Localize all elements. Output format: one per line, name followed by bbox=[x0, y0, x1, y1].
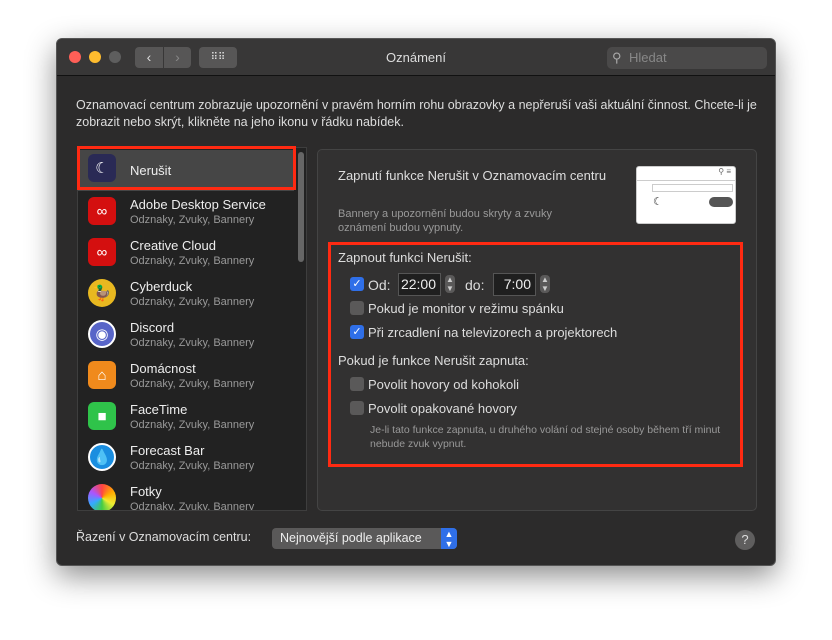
app-name: Domácnost bbox=[130, 361, 196, 376]
search-placeholder: Hledat bbox=[629, 50, 667, 65]
app-name: Creative Cloud bbox=[130, 238, 216, 253]
updown-chevron-icon: ▲ ▼ bbox=[441, 528, 457, 549]
app-sub: Odznaky, Zvuky, Bannery bbox=[130, 255, 255, 267]
duck-icon: 🦆 bbox=[88, 279, 116, 307]
discord-icon: ◉ bbox=[88, 320, 116, 348]
menu-preview-image: ☾ ⚲ ≡ bbox=[636, 166, 736, 224]
app-sub: Odznaky, Zvuky, Bannery bbox=[130, 501, 255, 511]
app-name: Discord bbox=[130, 320, 175, 335]
preferences-window: ‹ › ⠿⠿ Oznámení ⚲ Hledat Oznamovací centr… bbox=[56, 38, 776, 566]
sort-value: Nejnovější podle aplikace bbox=[280, 531, 422, 545]
list-item[interactable]: ∞ Adobe Desktop Service Odznaky, Zvuky, Ba… bbox=[78, 193, 294, 234]
app-name: Forecast Bar bbox=[130, 443, 205, 458]
list-item[interactable]: Fotky Odznaky, Zvuky, Bannery bbox=[78, 480, 294, 511]
list-scrollbar[interactable] bbox=[298, 152, 304, 262]
panel-title: Zapnutí funkce Nerušit v Oznamovacím cen… bbox=[338, 168, 607, 183]
toggle-icon bbox=[709, 197, 733, 207]
search-icon: ⚲ bbox=[612, 50, 622, 65]
list-item[interactable]: ◉ Discord Odznaky, Zvuky, Bannery bbox=[78, 316, 294, 357]
list-item[interactable]: ∞ Creative Cloud Odznaky, Zvuky, Bannery bbox=[78, 234, 294, 275]
home-icon: ⌂ bbox=[88, 361, 116, 389]
sort-popup[interactable]: Nejnovější podle aplikace ▲ ▼ bbox=[272, 528, 457, 549]
app-sub: Odznaky, Zvuky, Bannery bbox=[130, 378, 255, 390]
sort-label: Řazení v Oznamovacím centru: bbox=[76, 530, 252, 544]
app-name: Fotky bbox=[130, 484, 162, 499]
title-bar: ‹ › ⠿⠿ Oznámení ⚲ Hledat bbox=[57, 39, 775, 76]
list-item[interactable]: 🦆 Cyberduck Odznaky, Zvuky, Bannery bbox=[78, 275, 294, 316]
highlight-box bbox=[328, 242, 743, 467]
app-sub: Odznaky, Zvuky, Bannery bbox=[130, 460, 255, 472]
facetime-icon: ■ bbox=[88, 402, 116, 430]
highlight-box bbox=[77, 146, 296, 190]
list-item[interactable]: 💧 Forecast Bar Odznaky, Zvuky, Bannery bbox=[78, 439, 294, 480]
app-sub: Odznaky, Zvuky, Bannery bbox=[130, 214, 255, 226]
drop-icon: 💧 bbox=[88, 443, 116, 471]
panel-description: Bannery a upozornění budou skryty a zvuk… bbox=[338, 208, 553, 234]
search-list-icon: ⚲ ≡ bbox=[718, 167, 731, 176]
app-name: Adobe Desktop Service bbox=[130, 197, 266, 212]
creative-cloud-icon: ∞ bbox=[88, 238, 116, 266]
search-input[interactable]: ⚲ Hledat bbox=[607, 47, 767, 69]
app-sub: Odznaky, Zvuky, Bannery bbox=[130, 337, 255, 349]
photos-icon bbox=[88, 484, 116, 510]
moon-icon: ☾ bbox=[653, 196, 663, 208]
help-button[interactable]: ? bbox=[735, 530, 755, 550]
app-name: FaceTime bbox=[130, 402, 188, 417]
list-item[interactable]: ⌂ Domácnost Odznaky, Zvuky, Bannery bbox=[78, 357, 294, 398]
creative-cloud-icon: ∞ bbox=[88, 197, 116, 225]
intro-text: Oznamovací centrum zobrazuje upozornění … bbox=[76, 98, 757, 129]
app-name: Cyberduck bbox=[130, 279, 193, 294]
app-sub: Odznaky, Zvuky, Bannery bbox=[130, 419, 255, 431]
list-item[interactable]: ■ FaceTime Odznaky, Zvuky, Bannery bbox=[78, 398, 294, 439]
app-sub: Odznaky, Zvuky, Bannery bbox=[130, 296, 255, 308]
app-list: ☾ Nerušit ∞ Adobe Desktop Service Odznaky,… bbox=[77, 147, 307, 511]
